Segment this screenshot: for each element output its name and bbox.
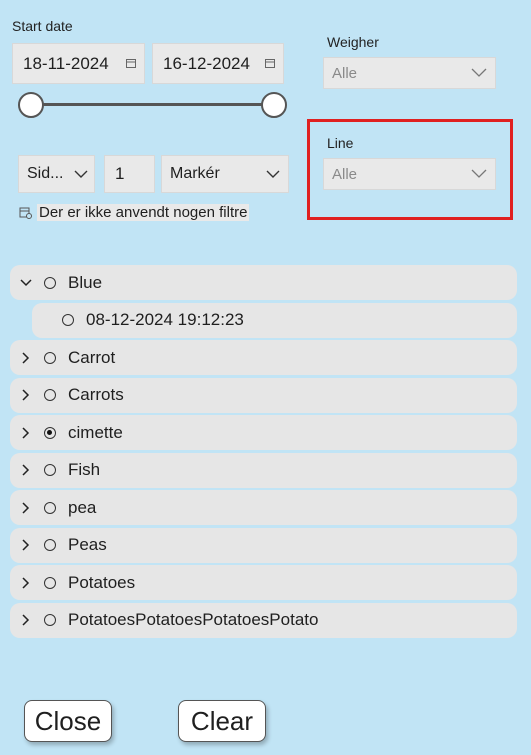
line-dropdown[interactable]: Alle <box>323 158 496 190</box>
date-to-input[interactable]: 16-12-2024 <box>152 43 284 84</box>
calendar-icon <box>265 59 275 68</box>
filter-status: Der er ikke anvendt nogen filtre <box>19 204 250 221</box>
chevron-down-icon <box>471 169 487 178</box>
filter-status-text: Der er ikke anvendt nogen filtre <box>37 204 250 221</box>
chevron-right-icon[interactable] <box>16 539 36 551</box>
mark-value: Markér <box>170 165 220 182</box>
chevron-right-icon[interactable] <box>16 614 36 626</box>
page-unit-dropdown[interactable]: Sid... <box>18 155 95 193</box>
radio-button[interactable] <box>44 501 56 514</box>
line-value: Alle <box>332 165 358 183</box>
close-button[interactable]: Close <box>24 700 112 742</box>
tree-item[interactable]: Carrots <box>10 377 517 413</box>
chevron-down-icon <box>266 170 280 178</box>
date-to-value: 16-12-2024 <box>163 53 250 73</box>
chevron-right-icon[interactable] <box>16 576 36 589</box>
chevron-down-icon[interactable] <box>16 278 36 287</box>
radio-button[interactable] <box>44 276 56 289</box>
mark-dropdown[interactable]: Markér <box>161 155 289 193</box>
tree-item-label: Peas <box>68 535 107 554</box>
filter-calendar-icon <box>19 207 32 219</box>
tree-child-label: 08-12-2024 19:12:23 <box>86 310 244 329</box>
date-from-input[interactable]: 18-11-2024 <box>12 43 145 84</box>
radio-button[interactable] <box>44 464 56 476</box>
chevron-right-icon[interactable] <box>16 464 36 476</box>
chevron-right-icon[interactable] <box>16 426 36 439</box>
tree-item[interactable]: Peas <box>10 527 517 563</box>
start-date-label: Start date <box>12 18 73 34</box>
tree-item-label: PotatoesPotatoesPotatoesPotato <box>68 610 319 629</box>
slider-start-handle[interactable] <box>18 92 44 118</box>
tree-child-item[interactable]: 08-12-2024 19:12:23 <box>32 302 517 338</box>
chevron-right-icon[interactable] <box>16 389 36 401</box>
line-label: Line <box>327 135 354 151</box>
tree-item-label: Potatoes <box>68 572 136 592</box>
weigher-dropdown[interactable]: Alle <box>323 57 496 89</box>
slider-end-handle[interactable] <box>261 92 287 118</box>
tree-item[interactable]: Fish <box>10 452 517 488</box>
tree-item[interactable]: cimette <box>10 415 517 450</box>
tree-item-label: Blue <box>68 272 103 292</box>
tree-item[interactable]: Blue <box>10 265 517 300</box>
chevron-down-icon <box>74 170 88 178</box>
radio-button[interactable] <box>44 576 56 589</box>
tree-item-label: cimette <box>68 422 123 442</box>
date-range-slider-track[interactable] <box>29 103 274 106</box>
tree-item-label: pea <box>68 497 97 517</box>
radio-button[interactable] <box>62 314 74 326</box>
radio-button[interactable] <box>44 426 56 439</box>
tree-item[interactable]: PotatoesPotatoesPotatoesPotato <box>10 602 517 638</box>
calendar-icon <box>126 59 136 68</box>
radio-button[interactable] <box>44 389 56 401</box>
tree-item[interactable]: pea <box>10 490 517 525</box>
radio-button[interactable] <box>44 351 56 364</box>
radio-button[interactable] <box>44 539 56 551</box>
weigher-label: Weigher <box>327 34 379 50</box>
tree-item[interactable]: Potatoes <box>10 565 517 600</box>
date-from-value: 18-11-2024 <box>23 53 109 73</box>
clear-button[interactable]: Clear <box>178 700 266 742</box>
tree-item-label: Carrot <box>68 347 116 367</box>
page-number-input[interactable]: 1 <box>104 155 155 193</box>
page-unit-value: Sid... <box>27 165 64 182</box>
chevron-right-icon[interactable] <box>16 351 36 364</box>
tree-item[interactable]: Carrot <box>10 340 517 375</box>
chevron-right-icon[interactable] <box>16 501 36 514</box>
page-number-value: 1 <box>115 164 125 183</box>
chevron-down-icon <box>471 68 487 77</box>
tree-item-label: Carrots <box>68 385 124 404</box>
weigher-value: Alle <box>332 64 358 82</box>
radio-button[interactable] <box>44 614 56 626</box>
tree-item-label: Fish <box>68 460 101 479</box>
